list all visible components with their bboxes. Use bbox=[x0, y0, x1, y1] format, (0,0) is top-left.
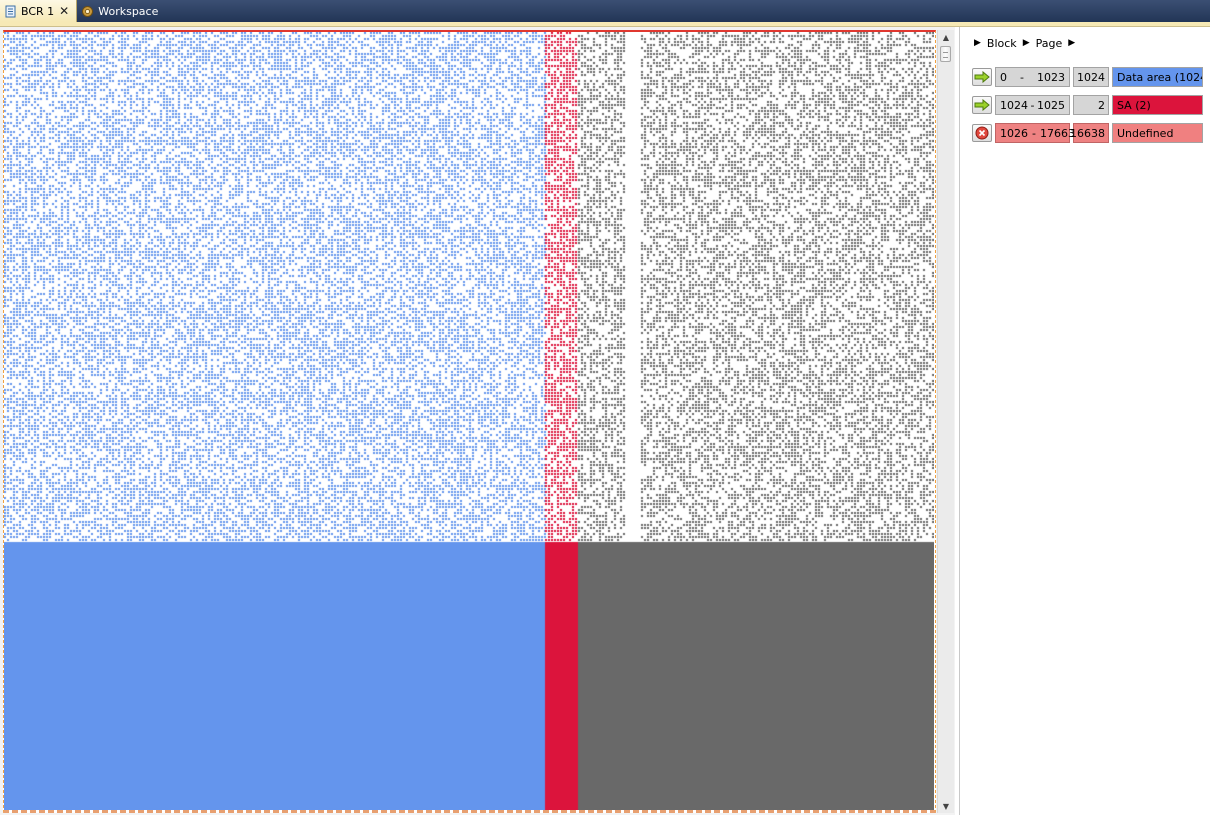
region-count[interactable]: 2 bbox=[1073, 95, 1109, 115]
scroll-thumb[interactable] bbox=[940, 46, 951, 62]
goto-region-button[interactable] bbox=[972, 68, 992, 86]
tab-bcr-1[interactable]: BCR 1 ✕ bbox=[0, 0, 78, 22]
breadcrumb-page[interactable]: ▶ Page ▶ bbox=[1023, 37, 1075, 50]
goto-region-button[interactable] bbox=[972, 96, 992, 114]
region-range[interactable]: 1024 - 1025 bbox=[995, 95, 1070, 115]
region-start: 1026 bbox=[1000, 126, 1028, 140]
region-row[interactable]: 1024 - 1025 2 SA (2) bbox=[972, 95, 1203, 115]
arrow-right-icon bbox=[974, 99, 990, 111]
breadcrumb-label: Block bbox=[986, 36, 1017, 50]
region-panel: ▶ Block ▶ Page ▶ 0 - 1023 1024 Data area… bbox=[959, 27, 1210, 815]
bitmap-view[interactable] bbox=[3, 30, 936, 813]
scroll-up-icon[interactable]: ▲ bbox=[938, 30, 954, 44]
scroll-down-icon[interactable]: ▼ bbox=[938, 799, 954, 813]
error-region-button[interactable] bbox=[972, 124, 992, 142]
region-row[interactable]: 1026 - 17663 16638 Undefined bbox=[972, 123, 1203, 143]
document-icon bbox=[5, 5, 16, 17]
region-label[interactable]: Undefined bbox=[1112, 123, 1203, 143]
region-separator: - bbox=[1030, 98, 1035, 112]
tab-label: Workspace bbox=[98, 4, 159, 18]
gear-icon bbox=[82, 5, 94, 17]
vertical-scrollbar[interactable]: ▲ ▼ bbox=[937, 30, 954, 813]
region-list: 0 - 1023 1024 Data area (1024) 1024 - 10… bbox=[972, 67, 1203, 151]
tab-label: BCR 1 bbox=[21, 4, 55, 18]
region-separator: - bbox=[1020, 70, 1024, 84]
breadcrumb-label: Page bbox=[1035, 36, 1063, 50]
region-range[interactable]: 1026 - 17663 bbox=[995, 123, 1075, 143]
error-icon bbox=[975, 126, 989, 140]
bitmap-editor: ▲ ▼ bbox=[0, 27, 955, 815]
region-label[interactable]: Data area (1024) bbox=[1112, 67, 1203, 87]
breadcrumb: ▶ Block ▶ Page ▶ bbox=[974, 35, 1075, 51]
arrow-right-icon bbox=[974, 71, 990, 83]
region-row[interactable]: 0 - 1023 1024 Data area (1024) bbox=[972, 67, 1203, 87]
region-count[interactable]: 1024 bbox=[1073, 67, 1109, 87]
bitmap-canvas[interactable] bbox=[4, 32, 934, 810]
close-icon[interactable]: ✕ bbox=[58, 5, 70, 17]
region-start: 1024 bbox=[1000, 98, 1028, 112]
triangle-right-icon: ▶ bbox=[1068, 38, 1076, 48]
editor-tab-bar: BCR 1 ✕ Workspace bbox=[0, 0, 1210, 22]
region-start: 0 bbox=[1000, 70, 1007, 84]
region-end: 1025 bbox=[1036, 98, 1065, 112]
region-separator: - bbox=[1032, 126, 1036, 140]
triangle-right-icon: ▶ bbox=[974, 38, 981, 48]
breadcrumb-block[interactable]: ▶ Block bbox=[974, 37, 1017, 50]
region-range[interactable]: 0 - 1023 bbox=[995, 67, 1070, 87]
triangle-right-icon: ▶ bbox=[1022, 38, 1030, 48]
region-count[interactable]: 16638 bbox=[1070, 123, 1109, 143]
region-end: 1023 bbox=[1036, 70, 1065, 84]
region-label[interactable]: SA (2) bbox=[1112, 95, 1203, 115]
tab-workspace[interactable]: Workspace bbox=[77, 0, 164, 22]
